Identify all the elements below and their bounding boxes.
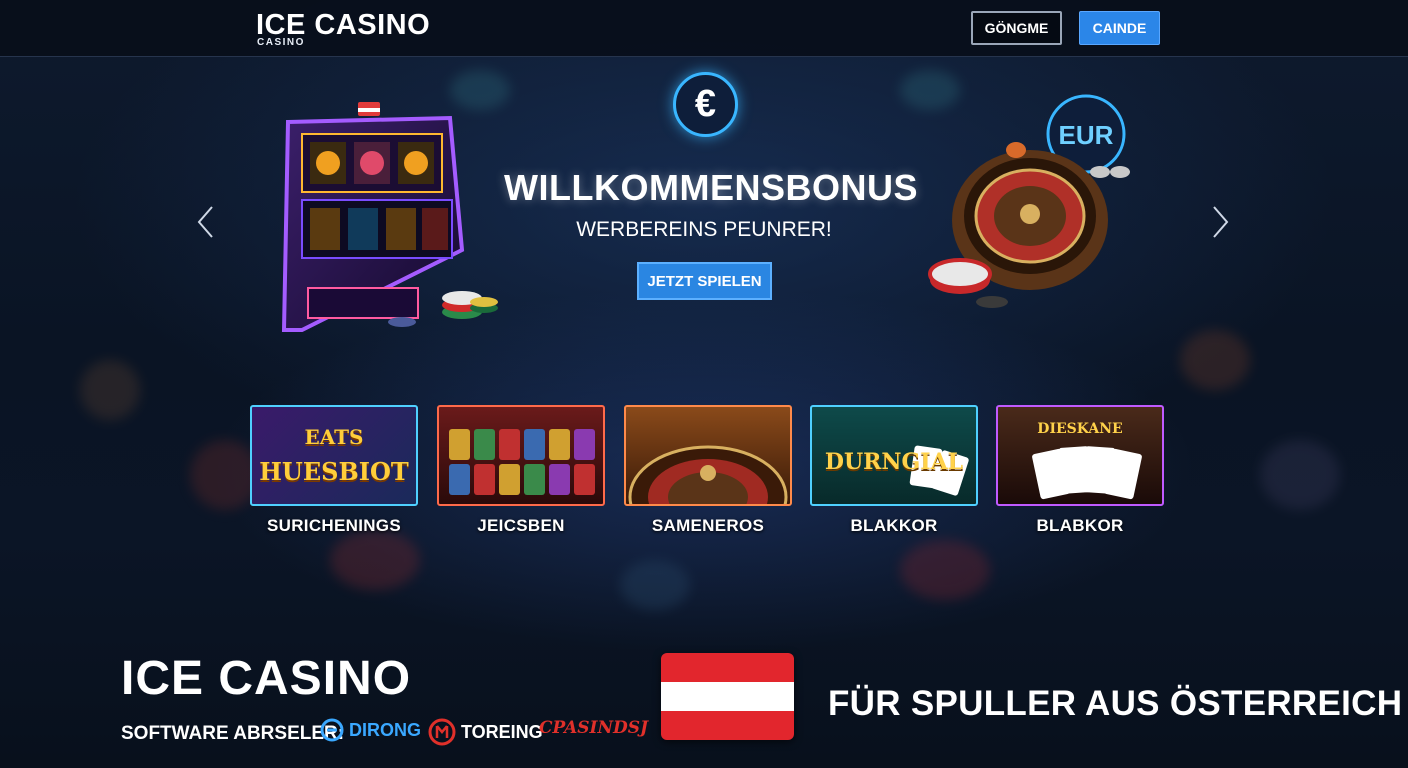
provider-icon xyxy=(320,718,344,742)
game-title[interactable]: SAMENEROS xyxy=(624,516,792,536)
bokeh-light xyxy=(1260,440,1340,510)
register-button[interactable]: CAINDE xyxy=(1079,11,1160,45)
game-thumbnail[interactable]: EATS HUESBIOT xyxy=(250,405,418,506)
thumbnail-text: DURNGIAL xyxy=(824,449,964,475)
game-title[interactable]: BLAKKOR xyxy=(810,516,978,536)
provider-logo: TOREING xyxy=(428,718,543,746)
top-navigation-bar: ICE CASINO CASINO GÖNGME CAINDE xyxy=(0,0,1408,57)
logo-main-text: ICE CASINO xyxy=(256,9,431,41)
thumbnail-text: DIESKANE xyxy=(1037,421,1123,437)
austria-flag-icon xyxy=(661,653,794,740)
game-title[interactable]: BLABKOR xyxy=(996,516,1164,536)
game-thumbnail[interactable] xyxy=(624,405,792,506)
provider-icon xyxy=(428,718,456,746)
provider-logo: DIRONG xyxy=(320,718,421,742)
chevron-left-icon[interactable] xyxy=(196,205,216,239)
bokeh-light xyxy=(330,530,420,590)
play-now-button[interactable]: JETZT SPIELEN xyxy=(637,262,772,300)
chevron-right-icon[interactable] xyxy=(1210,205,1230,239)
game-thumbnail[interactable]: DIESKANE xyxy=(996,405,1164,506)
slot-reels xyxy=(449,429,595,495)
game-title[interactable]: JEICSBEN xyxy=(437,516,605,536)
logo-sub-text: CASINO xyxy=(257,37,305,48)
thumbnail-text: HUESBIOT xyxy=(259,457,409,486)
roulette-icon xyxy=(628,445,788,504)
bokeh-light xyxy=(620,560,690,610)
currency-badge: EUR xyxy=(1059,120,1114,150)
game-thumbnail[interactable] xyxy=(437,405,605,506)
game-tile[interactable]: JEICSBEN xyxy=(437,405,605,536)
hero-title: WILLKOMMENSBONUS xyxy=(504,167,918,208)
game-tile[interactable]: SAMENEROS xyxy=(624,405,792,536)
game-tile[interactable]: EATS HUESBIOT SURICHENINGS xyxy=(250,405,418,536)
game-tile[interactable]: DIESKANE BLABKOR xyxy=(996,405,1164,536)
hero-subtitle: WERBEREINS PEUNRER! xyxy=(576,218,832,241)
provider-name: TOREING xyxy=(461,721,543,742)
bokeh-light xyxy=(900,540,990,600)
roulette-wheel-illustration: EUR xyxy=(928,94,1130,308)
game-title[interactable]: SURICHENINGS xyxy=(250,516,418,536)
login-button[interactable]: GÖNGME xyxy=(971,11,1062,45)
provider-name: CPASINDSJ xyxy=(539,718,649,738)
site-logo[interactable]: ICE CASINO CASINO xyxy=(256,9,431,48)
target-players-text: FÜR SPULLER AUS ÖSTERREICH xyxy=(828,684,1403,723)
game-thumbnail[interactable]: DURNGIAL xyxy=(810,405,978,506)
euro-icon: € xyxy=(673,72,738,137)
software-providers-label: SOFTWARE ABRSELER: xyxy=(121,723,345,744)
brand-heading: ICE CASINO xyxy=(121,652,412,705)
bokeh-light xyxy=(1180,330,1250,390)
provider-name: DIRONG xyxy=(349,719,421,740)
slot-machine-illustration xyxy=(281,102,498,332)
game-tile[interactable]: DURNGIAL BLAKKOR xyxy=(810,405,978,536)
thumbnail-text: EATS xyxy=(304,425,364,449)
bokeh-light xyxy=(80,360,140,420)
provider-logo: CPASINDSJ xyxy=(539,718,648,738)
